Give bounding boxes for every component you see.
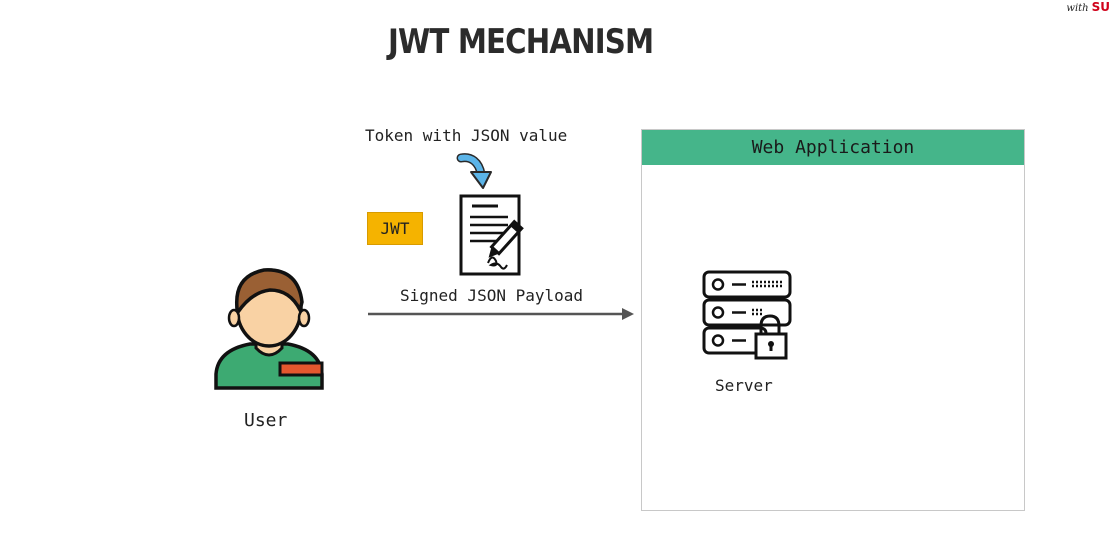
- server-lock-icon: [702, 270, 792, 360]
- payload-label: Signed JSON Payload: [400, 286, 584, 305]
- brand-mark-text: SU: [1091, 0, 1110, 14]
- diagram-title: JWT MECHANISM: [388, 22, 654, 62]
- user-avatar-icon: [214, 268, 324, 390]
- curved-arrow-icon: [456, 153, 492, 189]
- document-signature-icon: [459, 194, 524, 276]
- brand-watermark: with SU: [1066, 0, 1110, 14]
- token-label: Token with JSON value: [365, 126, 568, 145]
- brand-script-text: with: [1066, 3, 1089, 14]
- server-label: Server: [715, 376, 773, 395]
- web-application-panel: Web Application: [641, 129, 1025, 511]
- request-arrow: [368, 308, 634, 320]
- user-label: User: [244, 410, 288, 431]
- jwt-badge: JWT: [367, 212, 423, 245]
- web-application-header: Web Application: [642, 130, 1024, 165]
